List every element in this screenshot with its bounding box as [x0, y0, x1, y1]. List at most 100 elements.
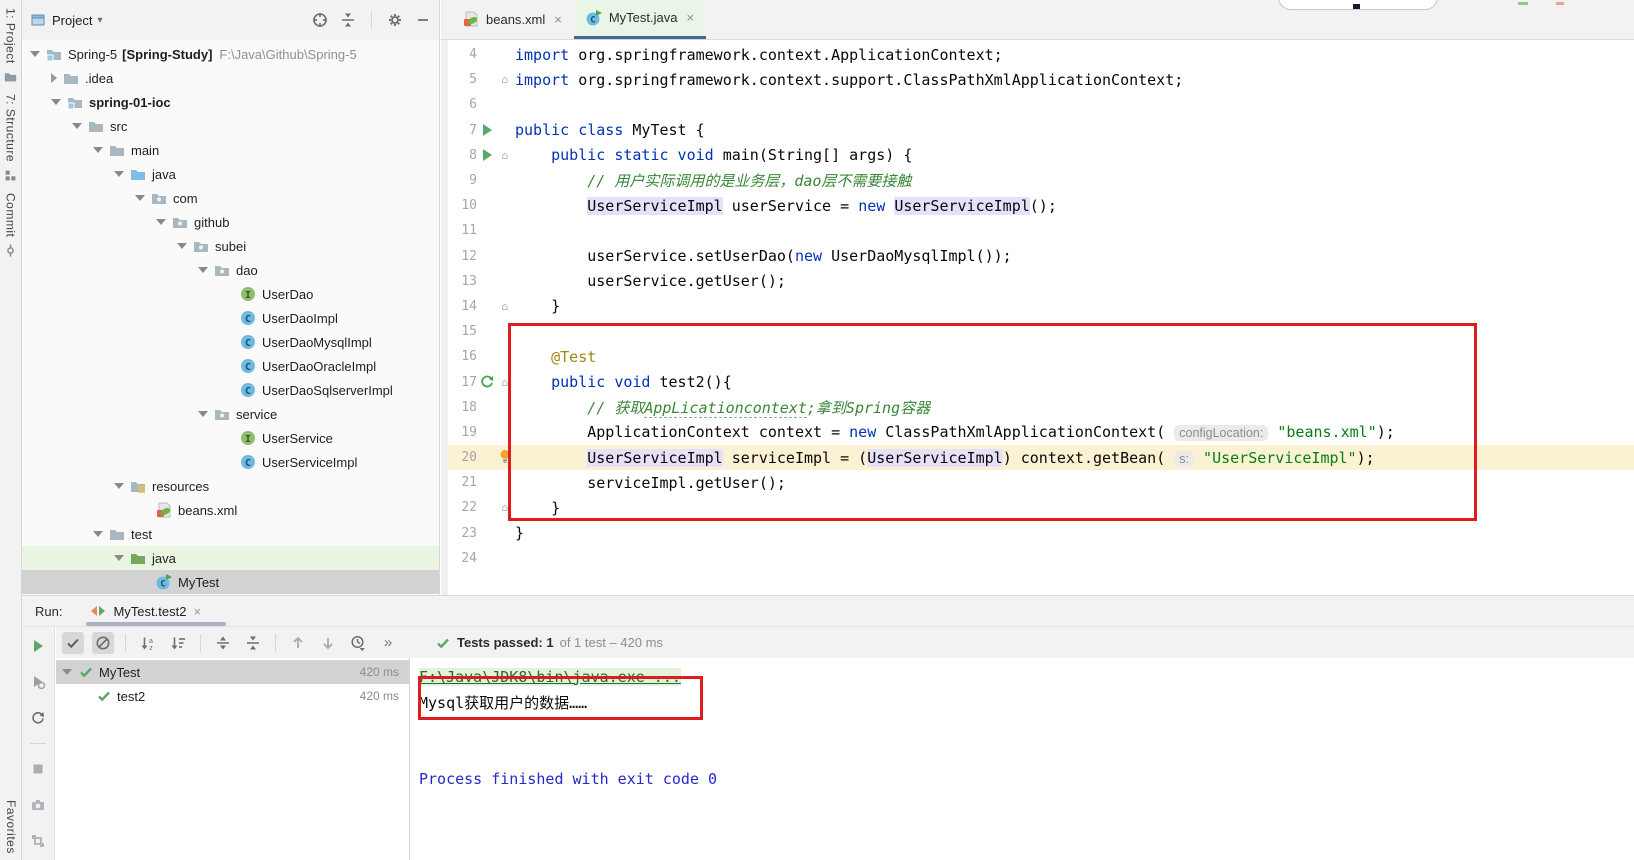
chevron-down-icon[interactable]: [72, 123, 82, 129]
gutter[interactable]: 12: [441, 244, 515, 269]
tree-item-main[interactable]: main: [22, 138, 439, 162]
code-line-4[interactable]: 4 import org.springframework.context.Appl…: [441, 42, 1634, 67]
tree-item-service[interactable]: service: [22, 402, 439, 426]
strip-button-stop[interactable]: [27, 758, 49, 780]
chevron-down-icon[interactable]: [135, 195, 145, 201]
toolbar-button-collapse-all2[interactable]: [242, 632, 264, 654]
tree-item-java[interactable]: java: [22, 162, 439, 186]
gutter[interactable]: 14 ⌂: [441, 294, 515, 319]
gutter[interactable]: 21: [441, 470, 515, 495]
gutter[interactable]: 19: [441, 420, 515, 445]
chevron-down-icon[interactable]: [114, 555, 124, 561]
tree-item-java[interactable]: java: [22, 546, 439, 570]
code-area[interactable]: 4 import org.springframework.context.Appl…: [441, 40, 1634, 595]
strip-button-refresh[interactable]: [27, 707, 49, 729]
bulb-icon[interactable]: [497, 448, 513, 464]
close-icon[interactable]: ×: [193, 604, 201, 619]
code-line-21[interactable]: 21 serviceImpl.getUser();: [441, 470, 1634, 495]
test-tree-item-mytest[interactable]: MyTest 420 ms: [56, 660, 409, 684]
gutter[interactable]: 11: [441, 218, 515, 243]
console-output[interactable]: F:\Java\JDK8\bin\java.exe ... Mysql获取用户的数…: [410, 658, 1634, 860]
tree-item-.idea[interactable]: .idea: [22, 66, 439, 90]
gutter[interactable]: 22 ⌂: [441, 495, 515, 520]
tool-button-commit[interactable]: Commit: [0, 193, 21, 260]
tool-button-favorites[interactable]: Favorites: [0, 800, 22, 854]
tree-item-spring-5[interactable]: Spring-5 [Spring-Study] F:\Java\Github\Spr…: [22, 42, 439, 66]
toolbar-button-show-passed[interactable]: [62, 631, 84, 654]
tree-item-userserviceimpl[interactable]: C UserServiceImpl: [22, 450, 439, 474]
chevron-down-icon[interactable]: [30, 51, 40, 57]
close-icon[interactable]: ×: [686, 10, 694, 25]
tree-item-userdaomysqlimpl[interactable]: C UserDaoMysqlImpl: [22, 330, 439, 354]
test-tree-item-test2[interactable]: test2 420 ms: [56, 684, 409, 708]
gutter[interactable]: 20: [441, 445, 515, 470]
code-line-23[interactable]: 23}: [441, 521, 1634, 546]
toolbar-button-sort-by-duration[interactable]: [167, 632, 189, 654]
gutter[interactable]: 10: [441, 193, 515, 218]
rerun-green-icon[interactable]: [479, 374, 495, 390]
code-line-9[interactable]: 9 // 用户实际调用的是业务层，dao层不需要接触: [441, 168, 1634, 193]
code-line-19[interactable]: 19 ApplicationContext context = new Clas…: [441, 420, 1634, 445]
gutter[interactable]: 18: [441, 395, 515, 420]
gutter[interactable]: 24: [441, 546, 515, 571]
code-line-22[interactable]: 22 ⌂ }: [441, 495, 1634, 520]
collapse-all-icon[interactable]: [340, 12, 356, 28]
tree-item-beans.xml[interactable]: beans.xml: [22, 498, 439, 522]
toolbar-button-show-ignored[interactable]: [92, 631, 114, 654]
toolbar-button-more-actions[interactable]: »: [377, 632, 399, 654]
tree-item-userdao[interactable]: I UserDao: [22, 282, 439, 306]
strip-button-camera[interactable]: [27, 794, 49, 816]
tab-mytest-java[interactable]: C MyTest.java ×: [573, 0, 707, 39]
toolbar-button-previous-test[interactable]: [287, 632, 309, 654]
strip-button-rerun-failed[interactable]: [27, 671, 49, 693]
code-line-8[interactable]: 8 ⌂ public static void main(String[] args…: [441, 143, 1634, 168]
tree-item-userservice[interactable]: I UserService: [22, 426, 439, 450]
code-line-12[interactable]: 12 userService.setUserDao(new UserDaoMys…: [441, 244, 1634, 269]
gutter[interactable]: 8 ⌂: [441, 143, 515, 168]
gutter[interactable]: 15: [441, 319, 515, 344]
tab-beans-xml[interactable]: beans.xml ×: [451, 0, 574, 39]
gutter[interactable]: 7: [441, 118, 515, 143]
console-line[interactable]: F:\Java\JDK8\bin\java.exe ...: [419, 664, 1634, 690]
tree-item-test[interactable]: test: [22, 522, 439, 546]
chevron-down-icon[interactable]: [198, 411, 208, 417]
strip-button-play-green[interactable]: [27, 635, 49, 657]
chevron-down-icon[interactable]: [51, 99, 61, 105]
strip-button-gc[interactable]: [27, 830, 49, 852]
chevron-down-icon[interactable]: [93, 147, 103, 153]
tool-button----project[interactable]: 1: Project: [0, 8, 21, 86]
play-green-icon[interactable]: [479, 122, 495, 138]
toolbar-button-next-test[interactable]: [317, 632, 339, 654]
gutter[interactable]: 4: [441, 42, 515, 67]
code-line-16[interactable]: 16 @Test: [441, 344, 1634, 369]
gutter[interactable]: 9: [441, 168, 515, 193]
code-line-6[interactable]: 6: [441, 92, 1634, 117]
chevron-down-icon[interactable]: [114, 171, 124, 177]
tool-button----structure[interactable]: 7: Structure: [0, 94, 21, 185]
tree-item-userdaosqlserverimpl[interactable]: C UserDaoSqlserverImpl: [22, 378, 439, 402]
code-line-13[interactable]: 13 userService.getUser();: [441, 269, 1634, 294]
run-tab[interactable]: MyTest.test2 ×: [90, 603, 201, 619]
tree-item-userdaoimpl[interactable]: C UserDaoImpl: [22, 306, 439, 330]
tree-item-userdaooracleimpl[interactable]: C UserDaoOracleImpl: [22, 354, 439, 378]
chevron-down-icon[interactable]: [62, 669, 72, 675]
code-line-18[interactable]: 18 // 获取AppLicationcontext;拿到Spring容器: [441, 395, 1634, 420]
tree-item-resources[interactable]: resources: [22, 474, 439, 498]
gutter[interactable]: 17 ⌂: [441, 369, 515, 394]
tree-item-subei[interactable]: subei: [22, 234, 439, 258]
code-line-5[interactable]: 5 ⌂ import org.springframework.context.sup…: [441, 67, 1634, 92]
chevron-right-icon[interactable]: [51, 73, 57, 83]
code-line-7[interactable]: 7 public class MyTest {: [441, 118, 1634, 143]
code-line-11[interactable]: 11: [441, 218, 1634, 243]
tree-item-dao[interactable]: dao: [22, 258, 439, 282]
code-line-20[interactable]: 20 UserServiceImpl serviceImpl = (UserSe…: [441, 445, 1634, 471]
toolbar-button-test-history[interactable]: [347, 632, 369, 654]
toolbar-button-expand-all[interactable]: [212, 632, 234, 654]
play-green-icon[interactable]: [479, 147, 495, 163]
chevron-down-icon[interactable]: [156, 219, 166, 225]
chevron-down-icon[interactable]: [93, 531, 103, 537]
close-icon[interactable]: ×: [554, 12, 562, 27]
gutter[interactable]: 13: [441, 269, 515, 294]
tree-item-com[interactable]: com: [22, 186, 439, 210]
chevron-down-icon[interactable]: [114, 483, 124, 489]
